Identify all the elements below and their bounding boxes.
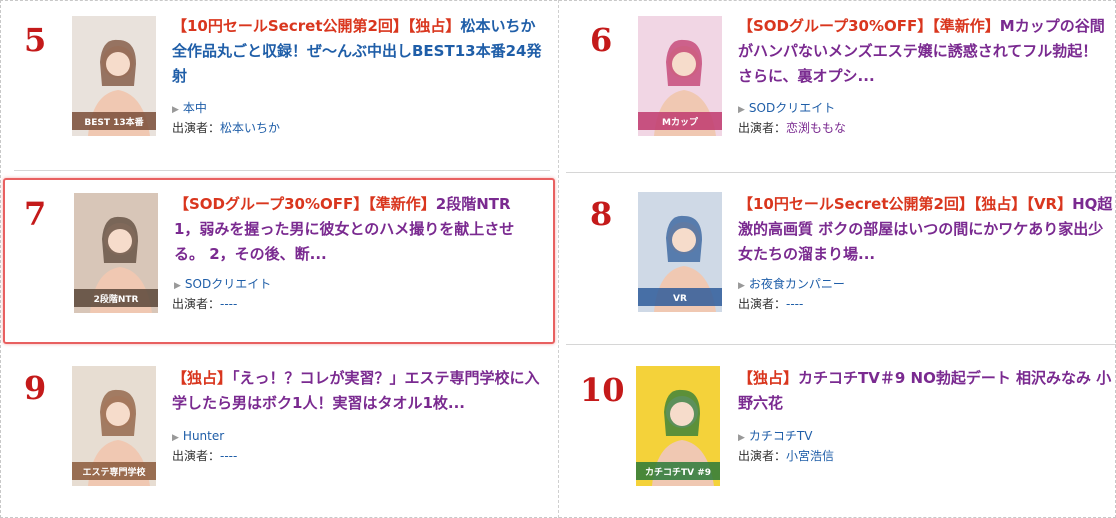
dvd-cover-thumbnail[interactable]: カチコチTV #9 [636,366,720,486]
actor-name-link: ---- [220,297,238,311]
actors-label: 出演者： [738,449,787,463]
label-name: SODクリエイト [184,277,272,291]
promo-tag: 【10円セールSecret公開第2回】 [172,17,408,35]
actors-line: 出演者：恋渕ももな [738,120,846,136]
cover-art: BEST 13本番 [72,16,156,136]
rank-number: 7 [24,195,47,233]
rank-number: 8 [590,195,613,233]
triangle-right-icon: ▶ [172,433,179,443]
promo-tag: 【準新作】 [368,195,436,213]
product-title-link[interactable]: 【SODグループ30%OFF】【準新作】2段階NTR 1，弱みを握った男に彼女と… [174,192,540,267]
label-link[interactable]: ▶ 本中 [172,100,207,118]
actors-label: 出演者： [738,121,787,135]
label-name: 本中 [182,101,207,115]
product-title-link[interactable]: 【10円セールSecret公開第2回】【独占】松本いちか全作品丸ごと収録！ぜ～ん… [172,14,550,89]
triangle-right-icon: ▶ [738,433,745,443]
cover-art: 2段階NTR [74,193,158,313]
rank-number: 5 [24,21,47,59]
actors-label: 出演者： [172,121,221,135]
label-link[interactable]: ▶ SODクリエイト [174,276,271,294]
cover-caption: VR [673,294,687,304]
product-title-link[interactable]: 【独占】「えっ！？コレが実習？」エステ専門学校に入学したら男はボク1人！実習はタ… [172,366,552,416]
actors-label: 出演者： [172,297,221,311]
row-divider-left-1 [14,170,550,171]
cover-art: エステ専門学校 [72,366,156,486]
promo-tag: 【準新作】 [932,17,1000,35]
dvd-cover-thumbnail[interactable]: 2段階NTR [74,193,158,313]
label-link[interactable]: ▶ Hunter [172,428,224,446]
product-title-link[interactable]: 【独占】カチコチTV＃9 NO勃起デート 相沢みなみ 小野六花 [738,366,1112,416]
actor-name-link: ---- [220,449,238,463]
actor-name-link[interactable]: 松本いちか [220,121,280,135]
cover-art: カチコチTV #9 [636,366,720,486]
actor-name-link[interactable]: 小宮浩信 [786,449,834,463]
dvd-cover-thumbnail[interactable]: VR [638,192,722,312]
row-divider-right-1 [566,172,1116,173]
actors-label: 出演者： [172,449,221,463]
cover-art: Mカップ [638,16,722,136]
label-name: カチコチTV [748,429,813,443]
label-link[interactable]: ▶ お夜食カンパニー [738,276,845,294]
actors-line: 出演者：小宮浩信 [738,448,834,464]
product-title-link[interactable]: 【SODグループ30%OFF】【準新作】Mカップの谷間がハンパないメンズエステ嬢… [738,14,1114,89]
triangle-right-icon: ▶ [172,105,179,115]
promo-tag: 【10円セールSecret公開第2回】 [738,195,974,213]
cover-caption: カチコチTV #9 [645,467,711,478]
row-divider-right-2 [566,344,1116,345]
rank-number: 9 [24,369,47,407]
actors-label: 出演者： [738,297,787,311]
label-name: SODクリエイト [748,101,836,115]
promo-tag: 【独占】 [407,17,461,35]
column-divider [558,0,559,518]
promo-tag: 【SODグループ30%OFF】 [738,17,933,35]
actors-line: 出演者：---- [172,448,237,464]
label-name: Hunter [182,429,225,443]
cover-caption: BEST 13本番 [84,116,144,128]
cover-caption: エステ専門学校 [82,466,146,478]
promo-tag: 【SODグループ30%OFF】 [174,195,369,213]
label-link[interactable]: ▶ カチコチTV [738,428,812,446]
cover-caption: 2段階NTR [94,293,139,305]
triangle-right-icon: ▶ [174,281,181,291]
actors-line: 出演者：松本いちか [172,120,280,136]
cover-art: VR [638,192,722,312]
triangle-right-icon: ▶ [738,281,745,291]
promo-tag: 【独占】 [738,369,799,387]
label-link[interactable]: ▶ SODクリエイト [738,100,835,118]
actor-name-link[interactable]: 恋渕ももな [786,121,846,135]
dvd-cover-thumbnail[interactable]: エステ専門学校 [72,366,156,486]
dvd-cover-thumbnail[interactable]: Mカップ [638,16,722,136]
rank-number: 10 [580,371,625,409]
promo-tag: 【独占】 [973,195,1027,213]
cover-caption: Mカップ [662,116,699,128]
actors-line: 出演者：---- [172,296,237,312]
promo-tag: 【VR】 [1026,195,1073,213]
rank-number: 6 [590,21,613,59]
actor-name-link: ---- [786,297,804,311]
actors-line: 出演者：---- [738,296,803,312]
promo-tag: 【独占】 [172,369,233,387]
label-name: お夜食カンパニー [748,277,845,291]
dvd-cover-thumbnail[interactable]: BEST 13本番 [72,16,156,136]
triangle-right-icon: ▶ [738,105,745,115]
product-title-link[interactable]: 【10円セールSecret公開第2回】【独占】【VR】HQ超激的高画質 ボクの部… [738,192,1116,267]
